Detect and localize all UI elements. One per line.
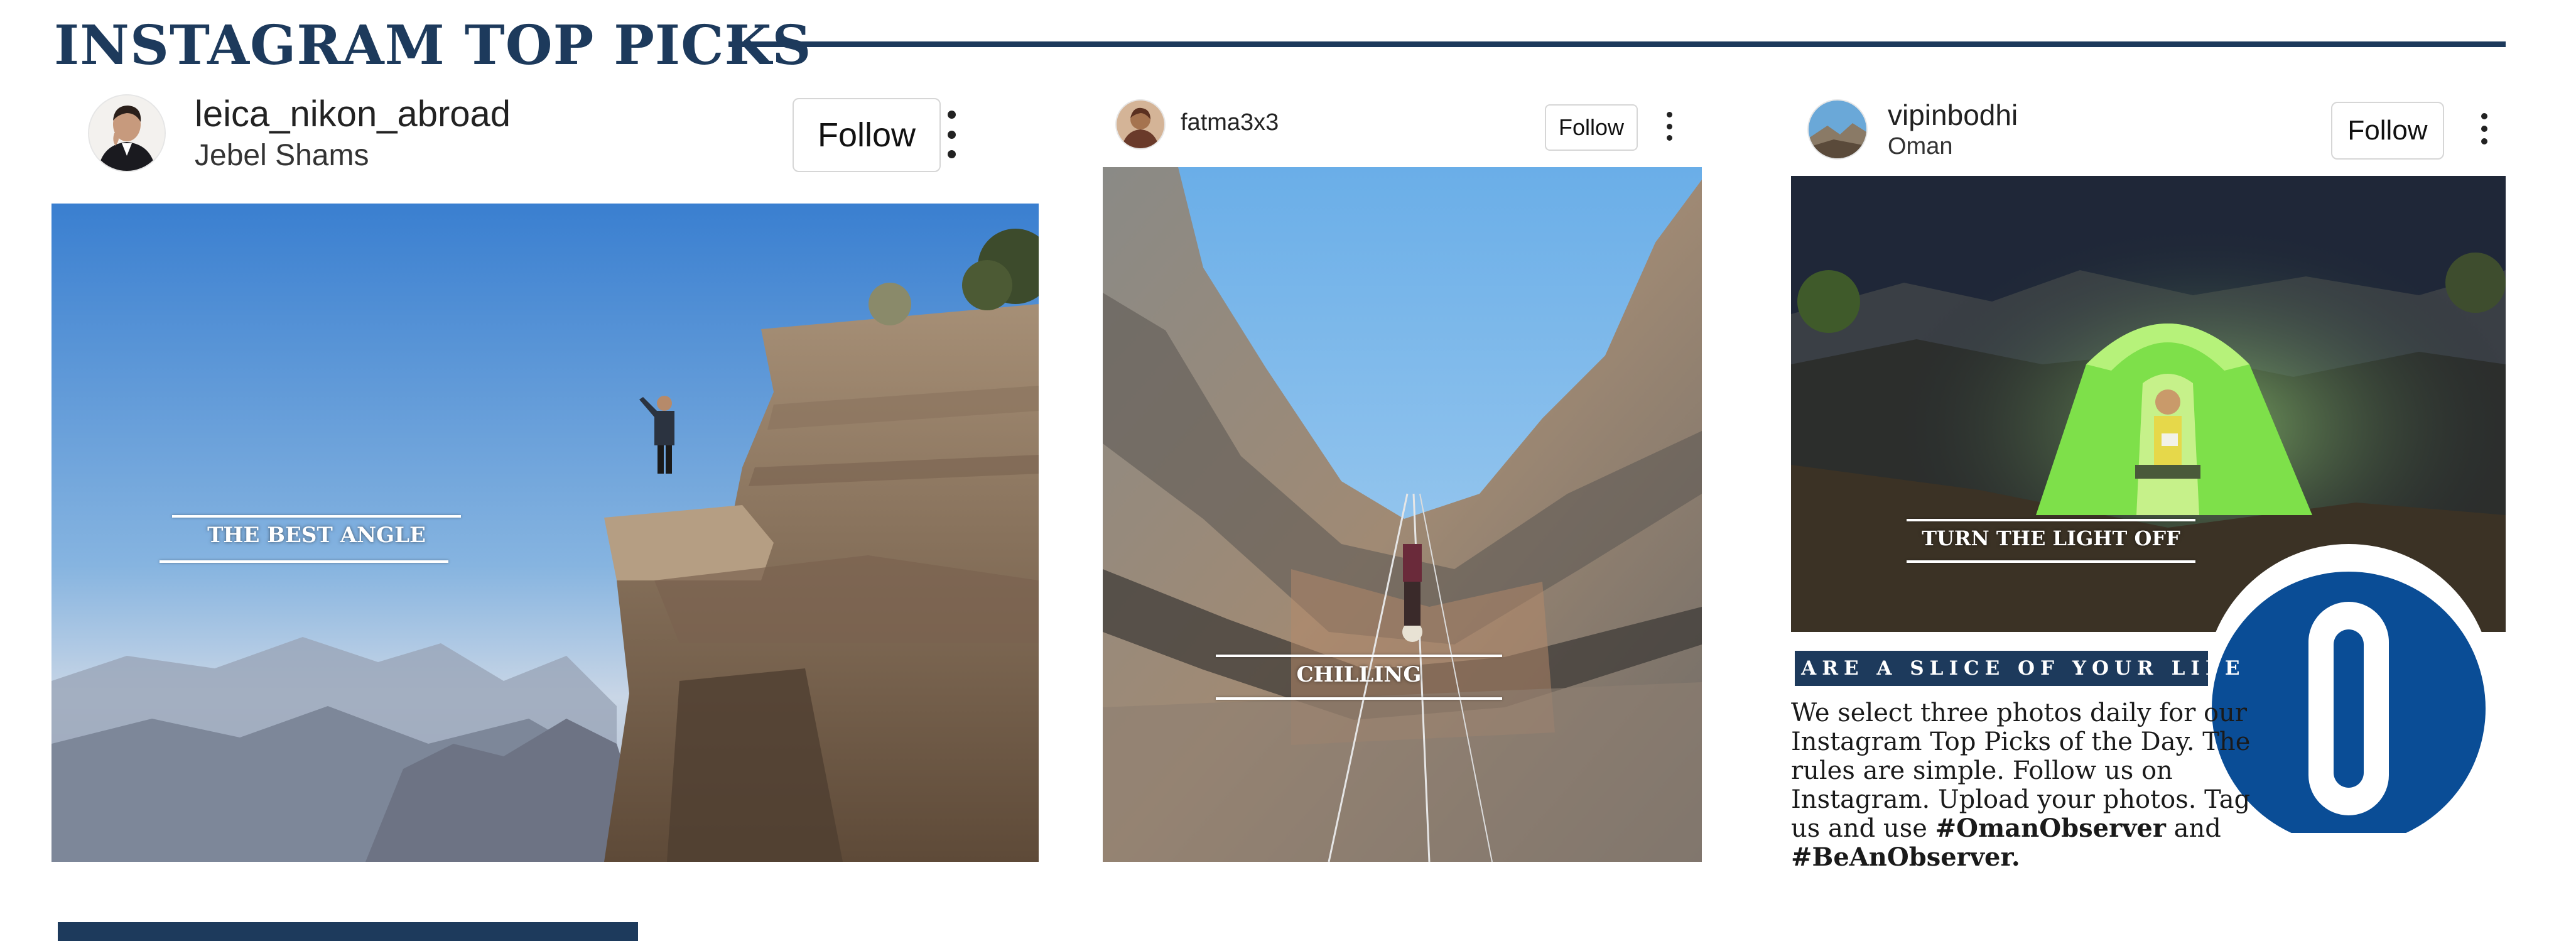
post-card-2: fatma3x3 Follow CHILLING (1103, 88, 1702, 862)
bottom-bar (58, 922, 638, 941)
more-options-icon[interactable] (924, 111, 978, 158)
caption-rule-bottom (1907, 560, 2195, 563)
title-rule (728, 41, 2506, 47)
promo-text: We select three photos daily for our Ins… (1791, 699, 2268, 872)
username[interactable]: fatma3x3 (1181, 109, 1279, 136)
location[interactable]: Jebel Shams (195, 138, 369, 173)
location[interactable]: Oman (1888, 133, 1952, 160)
more-options-icon[interactable] (1655, 112, 1683, 141)
page-title: INSTAGRAM TOP PICKS (54, 14, 812, 77)
caption-rule-bottom (1216, 697, 1502, 700)
caption-rule-top (1907, 519, 2195, 521)
username[interactable]: leica_nikon_abroad (195, 93, 511, 135)
post-card-1: leica_nikon_abroad Jebel Shams Follow TH… (51, 88, 1039, 862)
follow-button[interactable]: Follow (1545, 104, 1638, 151)
username[interactable]: vipinbodhi (1888, 98, 2018, 132)
hashtag-omanobserver[interactable]: #OmanObserver (1935, 813, 2166, 843)
post-photo[interactable]: THE BEST ANGLE (51, 204, 1039, 862)
follow-button[interactable]: Follow (793, 98, 941, 172)
promo-conjunction: and (2173, 814, 2221, 843)
hashtag-beanobserver[interactable]: #BeAnObserver. (1791, 842, 2020, 872)
photo-caption: TURN THE LIGHT OFF (1922, 526, 2180, 550)
photo-caption: THE BEST ANGLE (207, 523, 426, 548)
avatar[interactable] (1807, 99, 1868, 160)
avatar[interactable] (1115, 99, 1166, 150)
caption-rule-top (172, 515, 461, 518)
caption-rule-top (1216, 655, 1502, 657)
avatar[interactable] (88, 94, 166, 172)
follow-button[interactable]: Follow (2331, 102, 2444, 160)
more-options-icon[interactable] (2470, 113, 2498, 144)
caption-rule-bottom (160, 560, 448, 563)
post-photo[interactable]: CHILLING (1103, 167, 1702, 862)
share-banner: SHARE A SLICE OF YOUR LIFE (1758, 651, 2240, 686)
photo-caption: CHILLING (1296, 662, 1422, 687)
